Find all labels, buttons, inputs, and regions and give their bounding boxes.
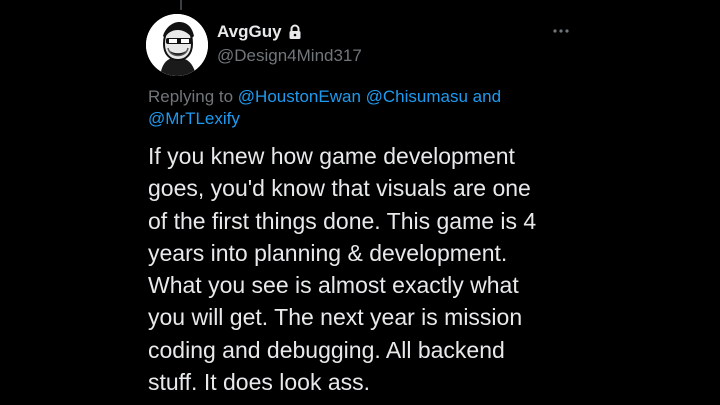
mention-link[interactable]: @MrTLexify: [148, 109, 240, 128]
more-horizontal-icon[interactable]: [552, 27, 570, 35]
tweet-text-line: stuff. It does look ass.: [148, 369, 371, 396]
lock-icon: [289, 24, 301, 39]
replying-to-context: Replying to @HoustonEwan @Chisumasu and …: [148, 86, 528, 130]
tweet-text-line: If you knew how game development: [148, 143, 515, 169]
tweet-text-line: coding and debugging. All backend: [148, 336, 505, 363]
tweet-text-line: years into planning & development.: [148, 239, 508, 266]
author-name-row[interactable]: AvgGuy: [217, 22, 302, 42]
sketch-portrait-avatar-icon: [146, 14, 208, 76]
tweet-text-line: of the first things done. This game is 4: [148, 207, 537, 234]
tweet-text-line: What you see is almost exactly what: [148, 272, 519, 299]
mention-link[interactable]: @Chisumasu: [366, 87, 468, 106]
avatar[interactable]: [146, 14, 208, 76]
replying-to-label: Replying to: [148, 87, 234, 106]
tweet-text-line: you will get. The next year is mission: [148, 304, 523, 331]
thread-connector-line: [180, 0, 182, 10]
tweet-text: If you knew how game development goes, y…: [148, 140, 588, 398]
author-display-name[interactable]: AvgGuy: [217, 22, 282, 42]
author-handle[interactable]: @Design4Mind317: [217, 46, 362, 66]
mention-joiner[interactable]: and: [473, 87, 501, 106]
mention-link[interactable]: @HoustonEwan: [238, 87, 361, 106]
tweet-text-line: goes, you'd know that visuals are one: [148, 175, 531, 202]
